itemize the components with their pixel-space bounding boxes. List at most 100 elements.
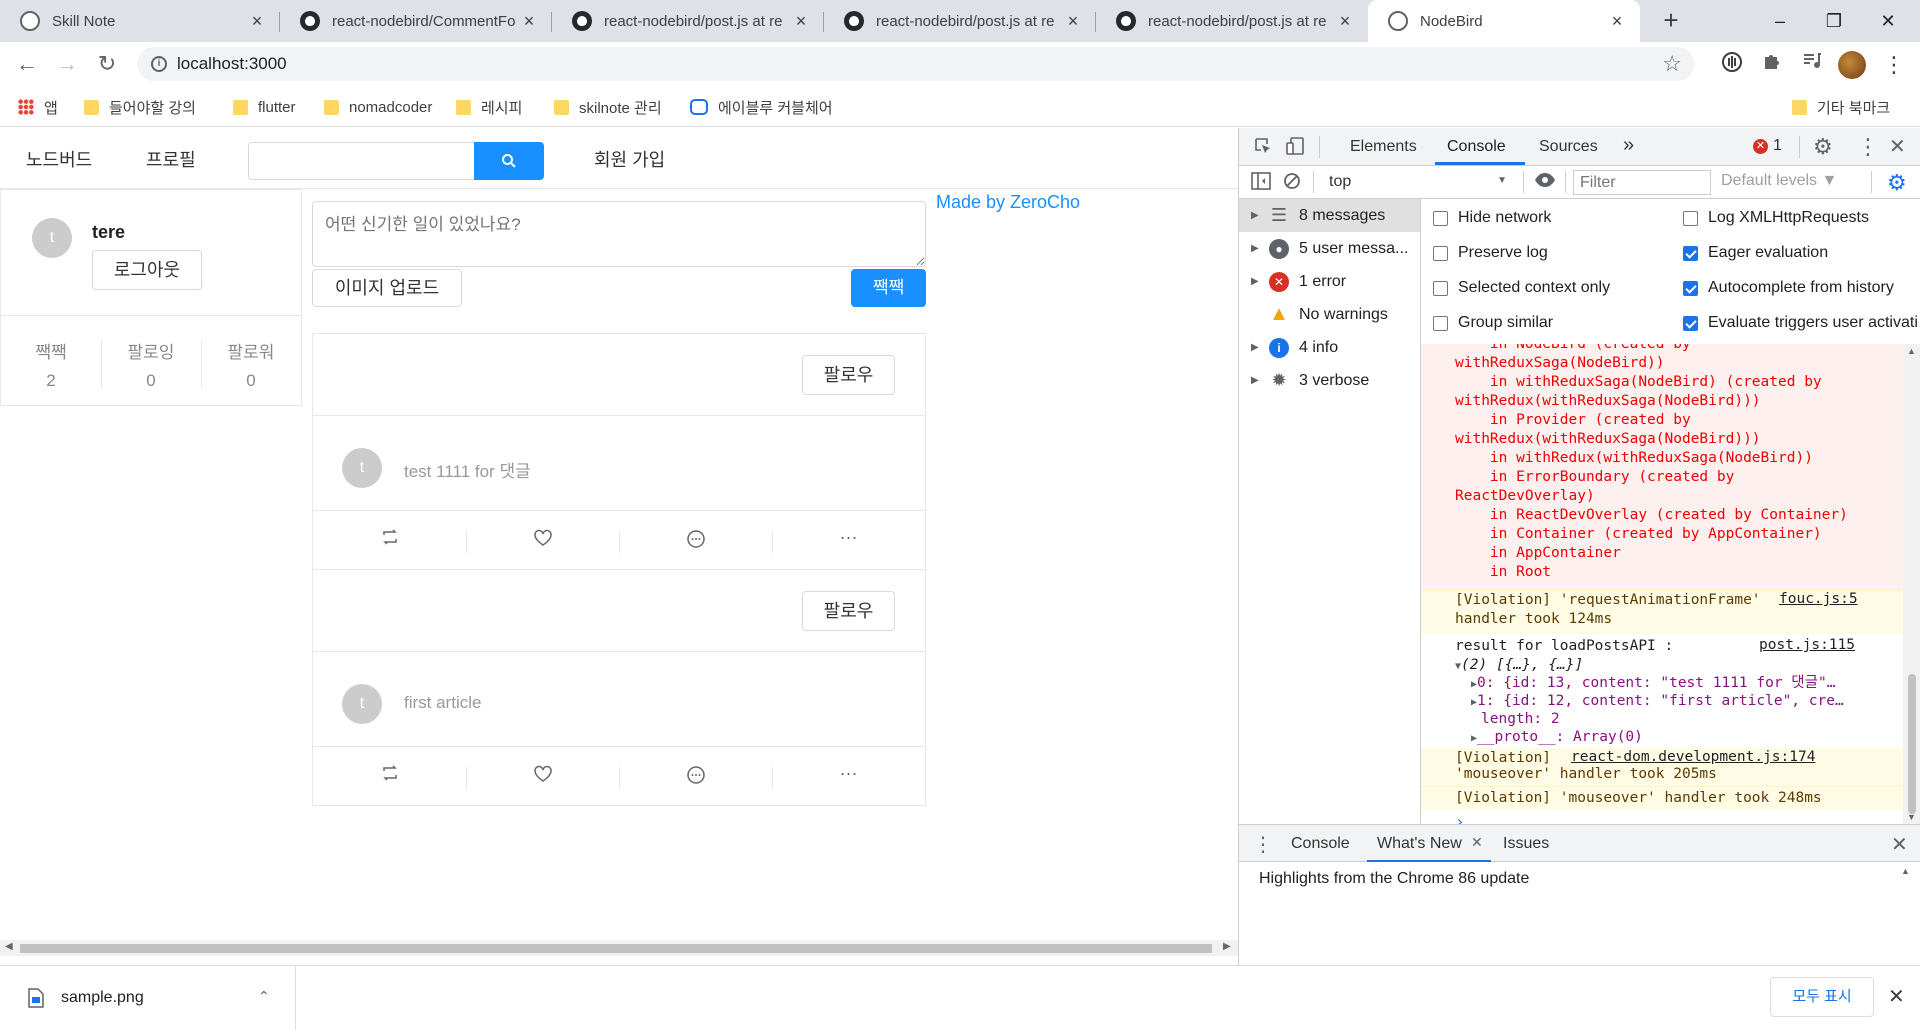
horizontal-scrollbar[interactable]: ◀ ▶ <box>0 940 1238 956</box>
search-button[interactable] <box>474 142 544 180</box>
close-tab-icon[interactable]: ✕ <box>1471 834 1483 851</box>
error-badge-icon[interactable]: ✕ <box>1753 139 1768 154</box>
drawer-tab-console[interactable]: Console <box>1291 835 1350 853</box>
tab-commentform[interactable]: react-nodebird/CommentFo × <box>280 0 552 42</box>
maximize-button[interactable]: ❐ <box>1814 6 1854 36</box>
tab-close-icon[interactable]: × <box>1336 11 1354 32</box>
sidebar-item-warnings[interactable]: ▲ No warnings <box>1239 298 1420 331</box>
tab-close-icon[interactable]: × <box>520 11 538 32</box>
follow-button[interactable]: 팔로우 <box>802 355 895 395</box>
scroll-up-icon[interactable]: ▲ <box>1907 346 1916 356</box>
scrollbar-thumb[interactable] <box>20 944 1212 953</box>
source-link[interactable]: fouc.js:5 <box>1779 591 1858 607</box>
eager-evaluation-checkbox[interactable]: Eager evaluation <box>1683 244 1828 262</box>
close-window-button[interactable]: ✕ <box>1868 6 1908 36</box>
more-tabs-icon[interactable]: » <box>1623 134 1634 157</box>
close-shelf-icon[interactable]: ✕ <box>1888 984 1905 1009</box>
bookmark-folder[interactable]: 레시피 <box>456 95 522 119</box>
tab-skill-note[interactable]: Skill Note × <box>0 0 280 42</box>
new-tab-button[interactable]: + <box>1656 6 1686 36</box>
site-info-icon[interactable]: i <box>151 56 167 72</box>
error-count[interactable]: 1 <box>1773 137 1782 155</box>
log-levels-dropdown[interactable]: Default levels ▼ <box>1721 172 1837 190</box>
menu-profile[interactable]: 프로필 <box>146 146 196 172</box>
sidebar-item-info[interactable]: ▶ i 4 info <box>1239 331 1420 364</box>
menu-home[interactable]: 노드버드 <box>26 146 92 172</box>
sidebar-toggle-icon[interactable] <box>1251 172 1271 195</box>
drawer-tab-whats-new[interactable]: What's New <box>1377 835 1462 853</box>
selected-context-checkbox[interactable]: Selected context only <box>1433 279 1610 297</box>
bookmark-folder[interactable]: 들어야할 강의 <box>84 95 196 119</box>
more-button[interactable]: ··· <box>772 763 925 784</box>
tab-post-js-1[interactable]: react-nodebird/post.js at re × <box>552 0 824 42</box>
like-button[interactable] <box>466 529 619 552</box>
comment-button[interactable] <box>619 765 772 790</box>
array-summary[interactable]: ▼(2) [{…}, {…}] <box>1421 656 1903 676</box>
console-filter-input[interactable] <box>1573 170 1711 195</box>
profile-avatar[interactable] <box>1838 51 1866 79</box>
bookmark-folder[interactable]: flutter <box>233 95 296 119</box>
log-xhr-checkbox[interactable]: Log XMLHttpRequests <box>1683 209 1869 227</box>
tab-console[interactable]: Console <box>1447 138 1506 156</box>
extension-audio-icon[interactable] <box>1718 51 1746 79</box>
retweet-button[interactable] <box>313 765 466 786</box>
tab-elements[interactable]: Elements <box>1350 138 1417 156</box>
source-link[interactable]: react-dom.development.js:174 <box>1571 749 1815 765</box>
bookmark-star-icon[interactable]: ☆ <box>1662 51 1682 77</box>
back-button[interactable]: ← <box>12 50 42 80</box>
tab-close-icon[interactable]: × <box>1064 11 1082 32</box>
tab-close-icon[interactable]: × <box>792 11 810 32</box>
reload-button[interactable]: ↻ <box>92 50 122 80</box>
more-button[interactable]: ··· <box>772 527 925 548</box>
forward-button[interactable]: → <box>52 50 82 80</box>
sidebar-item-errors[interactable]: ▶ ✕ 1 error <box>1239 265 1420 298</box>
tab-close-icon[interactable]: × <box>1608 11 1626 32</box>
like-button[interactable] <box>466 765 619 788</box>
comment-button[interactable] <box>619 529 772 554</box>
made-by-link[interactable]: Made by ZeroCho <box>936 192 1080 213</box>
autocomplete-history-checkbox[interactable]: Autocomplete from history <box>1683 279 1894 297</box>
inspect-element-icon[interactable] <box>1253 136 1273 161</box>
chrome-menu-icon[interactable]: ⋮ <box>1880 51 1908 79</box>
group-similar-checkbox[interactable]: Group similar <box>1433 314 1553 332</box>
media-control-icon[interactable] <box>1798 51 1826 79</box>
console-settings-gear-icon[interactable]: ⚙ <box>1887 170 1907 196</box>
console-scrollbar[interactable]: ▲ ▼ <box>1903 344 1920 824</box>
menu-signup[interactable]: 회원 가입 <box>594 146 665 172</box>
submit-post-button[interactable]: 짹짹 <box>851 269 926 307</box>
scrollbar-thumb[interactable] <box>1908 674 1916 814</box>
hide-network-checkbox[interactable]: Hide network <box>1433 209 1551 227</box>
scroll-up-icon[interactable]: ▲ <box>1901 866 1910 876</box>
follow-button[interactable]: 팔로우 <box>802 591 895 631</box>
search-input[interactable] <box>248 142 475 180</box>
show-all-downloads-button[interactable]: 모두 표시 <box>1770 977 1874 1017</box>
close-drawer-icon[interactable]: ✕ <box>1891 832 1908 857</box>
bookmark-other[interactable]: 기타 북마크 <box>1792 95 1890 119</box>
tab-post-js-3[interactable]: react-nodebird/post.js at re × <box>1096 0 1368 42</box>
tab-nodebird[interactable]: NodeBird × <box>1368 0 1640 42</box>
scroll-left-icon[interactable]: ◀ <box>5 941 13 952</box>
bookmark-folder[interactable]: skilnote 관리 <box>554 95 662 119</box>
live-expression-eye-icon[interactable] <box>1533 170 1557 195</box>
image-upload-button[interactable]: 이미지 업로드 <box>312 269 462 307</box>
bookmark-link[interactable]: 에이블루 커블체어 <box>690 95 833 119</box>
source-link[interactable]: post.js:115 <box>1759 637 1855 653</box>
array-proto[interactable]: ▶__proto__: Array(0) <box>1421 728 1903 748</box>
evaluate-triggers-checkbox[interactable]: Evaluate triggers user activati <box>1683 314 1918 332</box>
sidebar-item-messages[interactable]: ▶ ☰ 8 messages <box>1239 199 1420 232</box>
download-item[interactable]: sample.png ⌃ <box>0 966 296 1030</box>
post-textarea[interactable] <box>312 201 926 267</box>
preserve-log-checkbox[interactable]: Preserve log <box>1433 244 1548 262</box>
settings-gear-icon[interactable]: ⚙ <box>1813 134 1833 160</box>
stat-followers[interactable]: 팔로워 0 <box>201 338 301 391</box>
context-selector[interactable]: top ▼ <box>1319 169 1517 196</box>
devtools-menu-icon[interactable]: ⋮ <box>1857 134 1879 160</box>
tab-close-icon[interactable]: × <box>248 11 266 32</box>
violation-message[interactable]: [Violation] 'mouseover' handler took 248… <box>1421 786 1903 810</box>
tab-post-js-2[interactable]: react-nodebird/post.js at re × <box>824 0 1096 42</box>
scroll-right-icon[interactable]: ▶ <box>1223 941 1231 952</box>
array-item[interactable]: ▶0: {id: 13, content: "test 1111 for 댓글"… <box>1421 674 1903 694</box>
clear-console-icon[interactable] <box>1283 172 1301 195</box>
address-bar[interactable]: i localhost:3000 ☆ <box>137 47 1694 81</box>
bookmark-folder[interactable]: nomadcoder <box>324 95 432 119</box>
